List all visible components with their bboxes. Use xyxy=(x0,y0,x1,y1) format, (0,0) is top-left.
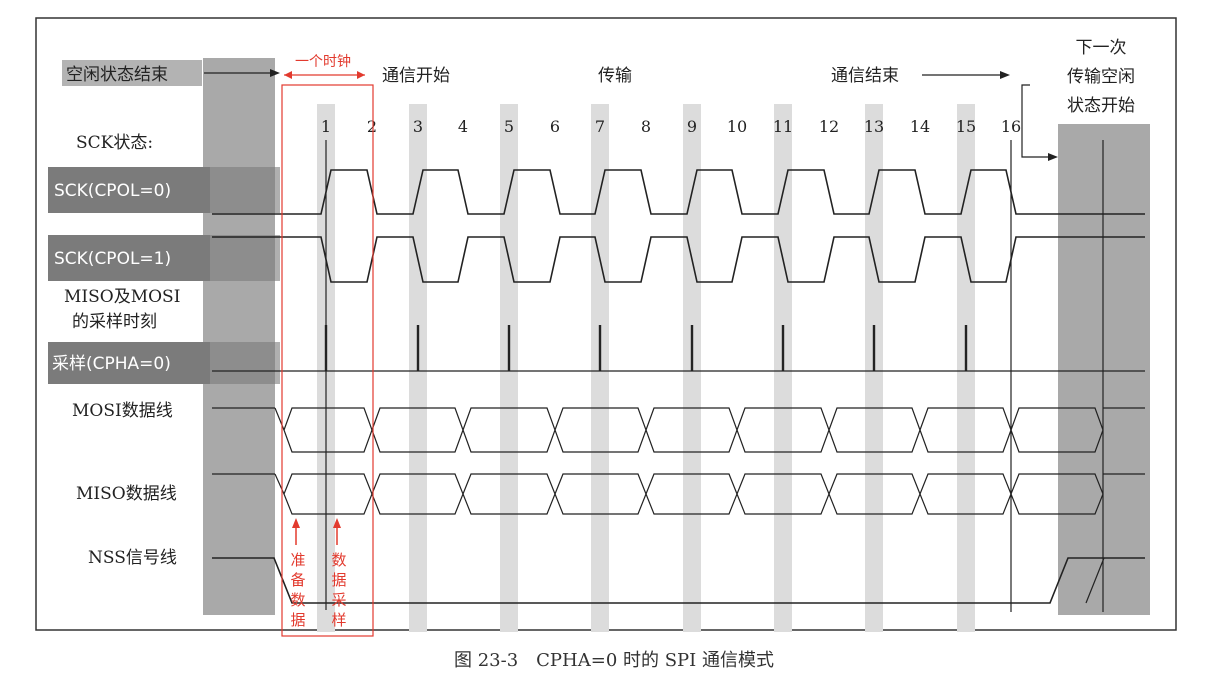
nss-label: NSS信号线 xyxy=(88,548,177,568)
sck-cpol1-box-ext xyxy=(210,235,280,281)
sck-cpol0-box-ext xyxy=(210,167,280,213)
idle-region-next xyxy=(1058,124,1150,615)
clock-number: 9 xyxy=(687,117,697,136)
clock-number: 13 xyxy=(864,117,884,136)
clock-number: 11 xyxy=(773,117,793,136)
prepare-data-char: 数 xyxy=(290,591,305,609)
sampling-box-label: 采样(CPHA=0) xyxy=(52,354,171,374)
clock-number: 12 xyxy=(819,117,839,136)
figure-caption: 图 23-3 CPHA=0 时的 SPI 通信模式 xyxy=(454,650,774,671)
miso-label: MISO数据线 xyxy=(76,484,177,504)
sck-cpol1-label: SCK(CPOL=1) xyxy=(54,249,171,269)
clock-number: 15 xyxy=(956,117,976,136)
sampling-label-line1: MISO及MOSI xyxy=(64,287,180,307)
clock-number: 5 xyxy=(504,117,514,136)
data-sampling-char: 据 xyxy=(331,571,346,589)
next-idle-line1: 下一次 xyxy=(1076,38,1127,58)
clock-number: 1 xyxy=(321,117,331,136)
sck-cpol0-label: SCK(CPOL=0) xyxy=(54,181,171,201)
clock-number: 3 xyxy=(413,117,423,136)
clock-number: 6 xyxy=(550,117,560,136)
sck-state-label: SCK状态: xyxy=(76,133,153,153)
one-clock-label: 一个时钟 xyxy=(295,53,351,70)
spi-timing-diagram: 空闲状态结束 一个时钟 通信开始 传输 通信结束 下一次 传输空闲 状态开始 S… xyxy=(0,0,1224,682)
data-sampling-char: 样 xyxy=(331,611,346,629)
clock-number: 14 xyxy=(910,117,930,136)
mosi-label: MOSI数据线 xyxy=(72,401,173,421)
clock-number: 4 xyxy=(458,117,468,136)
sampling-label-line2: 的采样时刻 xyxy=(72,312,157,332)
next-idle-line3: 状态开始 xyxy=(1067,96,1135,116)
comm-start-label: 通信开始 xyxy=(382,66,450,86)
idle-region-start xyxy=(203,58,275,615)
sampling-box-ext xyxy=(210,342,280,384)
clock-number: 16 xyxy=(1001,117,1021,136)
prepare-data-char: 据 xyxy=(290,611,305,629)
data-sampling-char: 采 xyxy=(331,591,346,609)
timing-diagram-svg: 空闲状态结束 一个时钟 通信开始 传输 通信结束 下一次 传输空闲 状态开始 S… xyxy=(35,17,1177,671)
prepare-data-char: 备 xyxy=(290,571,305,589)
next-idle-line2: 传输空闲 xyxy=(1067,67,1135,87)
clock-number: 2 xyxy=(367,117,377,136)
idle-end-label: 空闲状态结束 xyxy=(66,65,168,85)
clock-number: 10 xyxy=(727,117,747,136)
prepare-data-char: 准 xyxy=(290,551,305,569)
comm-end-label: 通信结束 xyxy=(831,66,899,86)
transfer-label: 传输 xyxy=(598,66,632,86)
data-sampling-char: 数 xyxy=(331,551,346,569)
clock-number: 8 xyxy=(641,117,651,136)
clock-number: 7 xyxy=(595,117,605,136)
